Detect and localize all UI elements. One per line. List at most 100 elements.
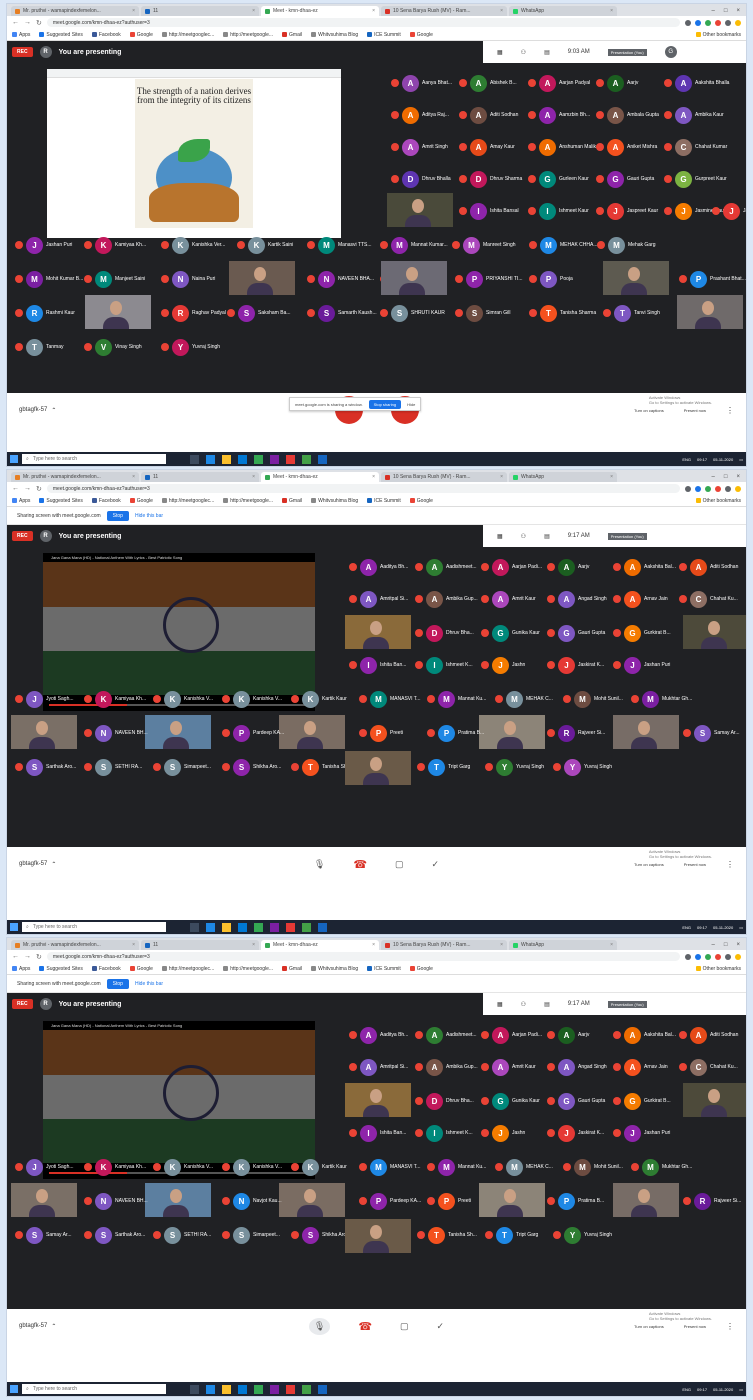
participant-tile[interactable]: C Chahat Ku... [679,1057,738,1077]
participant-tile[interactable]: K Kartik Kaur [291,1157,347,1177]
participant-tile[interactable]: JJasmeet Kaur [712,201,746,221]
extension-icon[interactable] [715,953,721,960]
close-icon[interactable]: × [372,474,375,480]
participant-tile[interactable]: K Kanishka Ver... [161,235,225,255]
participant-tile[interactable]: K Kanishka V... [222,689,282,709]
user-avatar[interactable]: G [664,46,677,58]
participant-video-tile[interactable] [613,1183,679,1217]
participants-icon[interactable]: ▦ [497,533,503,540]
close-icon[interactable]: × [252,8,255,14]
chrome-icon[interactable] [254,1384,263,1394]
participant-tile[interactable]: T Tanisha Sh... [417,1225,477,1245]
participant-tile[interactable]: S Simarpeet... [153,757,211,777]
close-icon[interactable]: × [500,8,503,14]
bookmark[interactable]: Google [409,966,433,972]
mic-icon[interactable]: 🎙 [308,1317,331,1335]
participant-video-tile[interactable] [613,715,679,749]
participant-tile[interactable]: G Gunika Kaur [481,623,540,643]
bookmark[interactable]: ICE Summit [367,32,401,38]
participant-tile[interactable]: T Tript Garg [417,757,470,777]
participant-tile[interactable]: C Chahat Kumar [664,137,727,157]
participant-tile[interactable]: S SHRUTI KAUR [380,303,445,323]
close-icon[interactable]: × [500,942,503,948]
participant-tile[interactable]: P Pardeep KA... [222,723,284,743]
url-field[interactable]: meet.google.com/kmn-dhaa-ez?authuser=3 [46,952,680,961]
bookmark[interactable]: ICE Summit [367,966,401,972]
participant-tile[interactable]: A Anshuman Malik [528,137,596,157]
participant-tile[interactable]: A Aditya Raj... [391,105,449,125]
close-window-icon[interactable]: × [736,942,740,948]
participant-video-tile[interactable] [345,751,411,785]
participant-tile[interactable]: M Mukhtar Gh... [631,1157,692,1177]
browser-tab[interactable]: Mr. pruthvi - wamapindexfemelon... × [11,940,139,950]
browser-tab-active[interactable]: Meet - kmn-dhaa-ez × [261,6,379,16]
participant-tile[interactable]: N Naina Puri [161,269,215,289]
bookmark[interactable]: http://meetgooglec... [161,32,214,38]
participant-tile[interactable]: J Jashan Puri [15,235,72,255]
participant-tile[interactable]: M Manasvi TTS... [307,235,372,255]
file-explorer-icon[interactable] [222,922,231,932]
participant-tile[interactable]: P Prashant Bhat... [679,269,746,289]
browser-tab[interactable]: 11 × [141,6,259,16]
app-icon[interactable] [270,1384,279,1394]
chrome-icon[interactable] [254,454,263,464]
participant-tile[interactable]: K Kanishka V... [222,1157,282,1177]
participant-video-tile[interactable] [11,715,77,749]
participant-tile[interactable]: G Gauri Gupta [596,169,654,189]
participant-video-tile[interactable] [479,1183,545,1217]
participant-tile[interactable]: I Ishmeet K... [415,1123,473,1143]
participant-tile[interactable]: A Amrit Singh [391,137,448,157]
present-now-button[interactable]: Present now [684,1324,706,1329]
captions-button[interactable]: Turn on captions [634,1324,664,1329]
participant-tile[interactable]: S Sarthak Aro... [15,757,76,777]
participant-tile[interactable]: A Angad Singh [547,1057,607,1077]
participant-tile[interactable]: N NAVEEN BHA... [307,269,374,289]
file-explorer-icon[interactable] [222,454,231,464]
mic-icon[interactable]: 🎙 [314,859,325,870]
participant-tile[interactable]: A Amrit Kaur [481,589,536,609]
participant-video-tile[interactable] [479,715,545,749]
participant-tile[interactable]: M Mohit Kumar B... [15,269,83,289]
participant-tile[interactable]: M Mukhtar Gh... [631,689,692,709]
extension-icon[interactable] [715,485,721,492]
participant-tile[interactable]: J Jyoti Sagh... [15,689,74,709]
participant-tile[interactable]: A Aarjv [596,73,638,93]
participant-tile[interactable]: P Preeti [359,723,403,743]
chevron-up-icon[interactable]: ⌃ [51,407,56,414]
participant-tile[interactable]: I Ishita Bansal [459,201,519,221]
chevron-up-icon[interactable]: ⌃ [51,1323,56,1330]
participant-tile[interactable]: R Raghav Padyal [161,303,226,323]
participant-tile[interactable]: R Rajveer Si... [547,723,605,743]
maximize-icon[interactable]: □ [724,942,728,948]
more-options-icon[interactable]: ⋮ [726,1322,734,1331]
participant-tile[interactable]: Y Yuvraj Singh [553,757,612,777]
url-field[interactable]: meet.google.com/kmn-dhaa-ez?authuser=3 [46,18,680,27]
more-options-icon[interactable]: ⋮ [726,860,734,869]
participant-tile[interactable]: A Amritpal Si... [349,1057,408,1077]
participant-tile[interactable]: T Tanvi Singh [603,303,660,323]
bookmark[interactable]: Apps [12,966,30,972]
present-now-button[interactable]: Present now [684,862,706,867]
extension-icon[interactable] [705,485,711,492]
bookmark[interactable]: Gmail [282,966,302,972]
taskbar-search[interactable]: ⌕ Type here to search [22,454,166,464]
bookmark[interactable]: http://meetgoogle... [223,966,273,972]
participant-tile[interactable]: A Aadishmeet... [415,1025,477,1045]
notification-icon[interactable]: ▭ [739,457,743,462]
participant-tile[interactable]: J Jashan Puri [613,655,670,675]
participant-tile[interactable]: A Aakshita Bal... [613,557,676,577]
participant-tile[interactable]: J Jaskirat K... [547,655,604,675]
taskbar-search[interactable]: ⌕ Type here to search [22,1384,166,1394]
participant-video-tile[interactable] [683,615,746,649]
participant-tile[interactable]: G Gurleen Kaur [528,169,589,189]
close-icon[interactable]: × [372,942,375,948]
app-icon[interactable] [270,922,279,932]
extension-icon[interactable] [705,953,711,960]
bookmark[interactable]: Facebook [91,966,121,972]
forward-icon[interactable]: → [24,953,31,960]
end-call-icon[interactable]: ☎ [358,1320,372,1333]
meeting-code[interactable]: gbtagfk-57 [19,407,47,413]
participant-tile[interactable]: M Mannat Ku... [427,1157,486,1177]
participant-tile[interactable]: Y Yuvraj Singh [161,337,220,357]
participant-tile[interactable]: T Tanmay [15,337,64,357]
